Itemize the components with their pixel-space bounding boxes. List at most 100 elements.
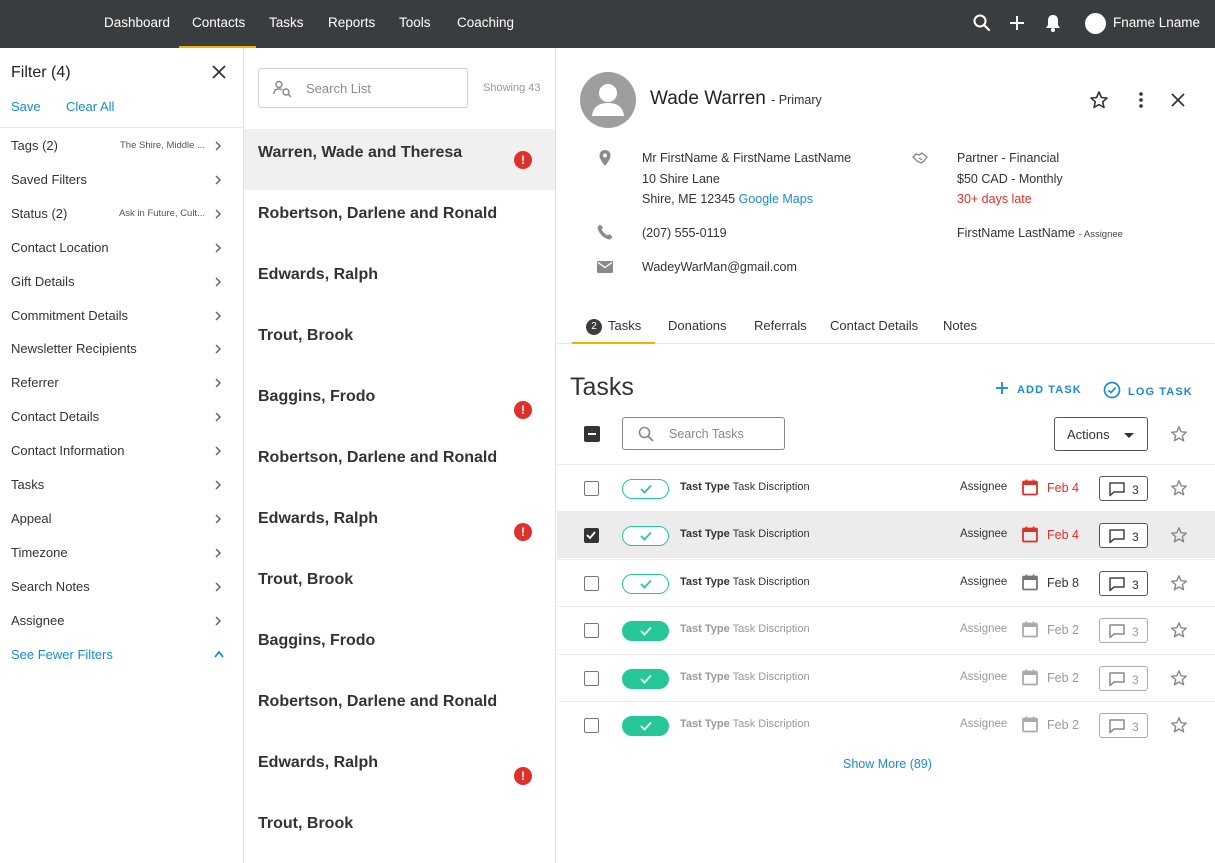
comments-button[interactable]: 3 xyxy=(1099,570,1148,596)
actions-dropdown[interactable]: Actions xyxy=(1054,417,1148,451)
nav-reports[interactable]: Reports xyxy=(328,0,375,48)
task-row[interactable]: Tast Type Task Discription Assignee Feb 2 3 xyxy=(557,701,1215,748)
filter-row[interactable]: Appeal xyxy=(0,502,243,536)
comments-button[interactable]: 3 xyxy=(1099,618,1148,644)
task-description[interactable]: Tast Type Task Discription xyxy=(680,576,810,588)
task-row[interactable]: Tast Type Task Discription Assignee Feb 2 3 xyxy=(557,606,1215,653)
task-description[interactable]: Tast Type Task Discription xyxy=(680,718,810,730)
filter-row[interactable]: Commitment Details xyxy=(0,299,243,333)
tab-donations[interactable]: Donations xyxy=(668,318,727,333)
nav-dashboard[interactable]: Dashboard xyxy=(104,0,170,48)
contact-list-item[interactable]: Robertson, Darlene and Ronald xyxy=(244,678,555,739)
more-options-icon[interactable] xyxy=(1131,90,1151,110)
task-checkbox[interactable] xyxy=(584,670,599,686)
email-address[interactable]: WadeyWarMan@gmail.com xyxy=(642,257,797,278)
task-description[interactable]: Tast Type Task Discription xyxy=(680,528,810,540)
filter-row[interactable]: Referrer xyxy=(0,366,243,400)
task-description[interactable]: Tast Type Task Discription xyxy=(680,623,810,635)
contact-list-item[interactable]: Robertson, Darlene and Ronald xyxy=(244,434,555,495)
comments-button[interactable]: 3 xyxy=(1099,523,1148,549)
filter-row[interactable]: Status (2) Ask in Future, Cult... xyxy=(0,197,243,231)
close-icon[interactable] xyxy=(210,63,228,81)
phone-number[interactable]: (207) 555-0119 xyxy=(642,223,727,244)
task-checkbox[interactable] xyxy=(584,575,599,591)
search-list-input[interactable]: Search List xyxy=(258,68,468,108)
filter-row[interactable]: Contact Location xyxy=(0,231,243,265)
star-icon[interactable] xyxy=(1170,526,1188,544)
complete-task-toggle[interactable] xyxy=(622,716,669,736)
complete-task-toggle[interactable] xyxy=(622,668,669,689)
task-row[interactable]: Tast Type Task Discription Assignee Feb 2 3 xyxy=(557,653,1215,701)
task-description[interactable]: Tast Type Task Discription xyxy=(680,671,810,683)
task-row[interactable]: Tast Type Task Discription Assignee Feb 4 3 xyxy=(557,511,1215,559)
star-icon[interactable] xyxy=(1170,716,1188,734)
filter-row[interactable]: Tags (2) The Shire, Middle ... xyxy=(0,129,243,163)
comments-button[interactable]: 3 xyxy=(1099,476,1148,501)
contact-list-item[interactable]: Trout, Brook xyxy=(244,312,555,373)
filter-row[interactable]: Timezone xyxy=(0,536,243,570)
star-icon[interactable] xyxy=(1089,90,1109,110)
star-icon[interactable] xyxy=(1170,479,1188,497)
chevron-up-icon[interactable] xyxy=(213,649,225,659)
nav-tasks[interactable]: Tasks xyxy=(269,0,304,48)
add-task-button[interactable]: ADD TASK xyxy=(995,381,1082,396)
star-filter-icon[interactable] xyxy=(1170,425,1188,443)
tab-tasks[interactable]: 2 Tasks xyxy=(586,318,641,335)
filter-row[interactable]: Assignee xyxy=(0,604,243,638)
save-filter-button[interactable]: Save xyxy=(11,99,41,114)
filter-row[interactable]: Contact Information xyxy=(0,434,243,468)
contact-list-item[interactable]: Robertson, Darlene and Ronald xyxy=(244,190,555,251)
filter-row[interactable]: Tasks xyxy=(0,468,243,502)
filter-row[interactable]: Newsletter Recipients xyxy=(0,332,243,366)
user-name[interactable]: Fname Lname xyxy=(1113,15,1200,30)
comment-icon xyxy=(1109,577,1125,592)
filter-row[interactable]: Saved Filters xyxy=(0,163,243,197)
star-icon[interactable] xyxy=(1170,669,1188,687)
task-checkbox[interactable] xyxy=(584,481,599,496)
contact-list-item[interactable]: Edwards, Ralph xyxy=(244,251,555,312)
show-more-link[interactable]: Show More (89) xyxy=(843,757,932,771)
task-checkbox[interactable] xyxy=(584,718,599,733)
star-icon[interactable] xyxy=(1170,574,1188,592)
filter-row[interactable]: Search Notes xyxy=(0,570,243,604)
nav-coaching[interactable]: Coaching xyxy=(457,0,514,48)
contact-list-item[interactable]: Baggins, Frodo! xyxy=(244,373,555,434)
filter-row[interactable]: Gift Details xyxy=(0,265,243,299)
complete-task-toggle[interactable] xyxy=(622,479,669,499)
tab-contact-details[interactable]: Contact Details xyxy=(830,318,918,333)
nav-tools[interactable]: Tools xyxy=(399,0,431,48)
google-maps-link[interactable]: Google Maps xyxy=(739,192,813,206)
task-checkbox[interactable] xyxy=(584,528,599,544)
see-fewer-filters-link[interactable]: See Fewer Filters xyxy=(11,647,113,662)
contact-list-item[interactable]: Edwards, Ralph! xyxy=(244,739,555,800)
search-icon[interactable] xyxy=(971,12,993,34)
filter-row[interactable]: Contact Details xyxy=(0,400,243,434)
contact-list-item[interactable]: Trout, Brook xyxy=(244,556,555,617)
nav-contacts[interactable]: Contacts xyxy=(179,0,256,48)
contact-list-item[interactable]: Edwards, Ralph! xyxy=(244,495,555,556)
bell-icon[interactable] xyxy=(1042,12,1064,34)
user-avatar[interactable] xyxy=(1085,13,1106,34)
tab-referrals[interactable]: Referrals xyxy=(754,318,807,333)
contact-list-item[interactable]: Trout, Brook xyxy=(244,800,555,861)
complete-task-toggle[interactable] xyxy=(622,621,669,642)
calendar-icon xyxy=(1022,669,1038,685)
close-detail-icon[interactable] xyxy=(1168,90,1188,110)
complete-task-toggle[interactable] xyxy=(622,573,669,594)
task-row[interactable]: Tast Type Task Discription Assignee Feb 4 3 xyxy=(557,464,1215,511)
task-row[interactable]: Tast Type Task Discription Assignee Feb 8 3 xyxy=(557,558,1215,606)
task-checkbox[interactable] xyxy=(584,623,599,639)
select-all-checkbox[interactable] xyxy=(584,426,600,442)
clear-all-button[interactable]: Clear All xyxy=(66,99,114,114)
tab-notes[interactable]: Notes xyxy=(943,318,977,333)
star-icon[interactable] xyxy=(1170,621,1188,639)
search-tasks-input[interactable]: Search Tasks xyxy=(622,417,785,450)
comments-button[interactable]: 3 xyxy=(1099,665,1148,691)
contact-list-item[interactable]: Baggins, Frodo xyxy=(244,617,555,678)
plus-icon[interactable] xyxy=(1006,12,1028,34)
task-description[interactable]: Tast Type Task Discription xyxy=(680,481,810,493)
comments-button[interactable]: 3 xyxy=(1099,713,1148,738)
log-task-button[interactable]: LOG TASK xyxy=(1103,381,1193,399)
contact-list-item[interactable]: Warren, Wade and Theresa! xyxy=(244,129,555,190)
complete-task-toggle[interactable] xyxy=(622,526,669,547)
